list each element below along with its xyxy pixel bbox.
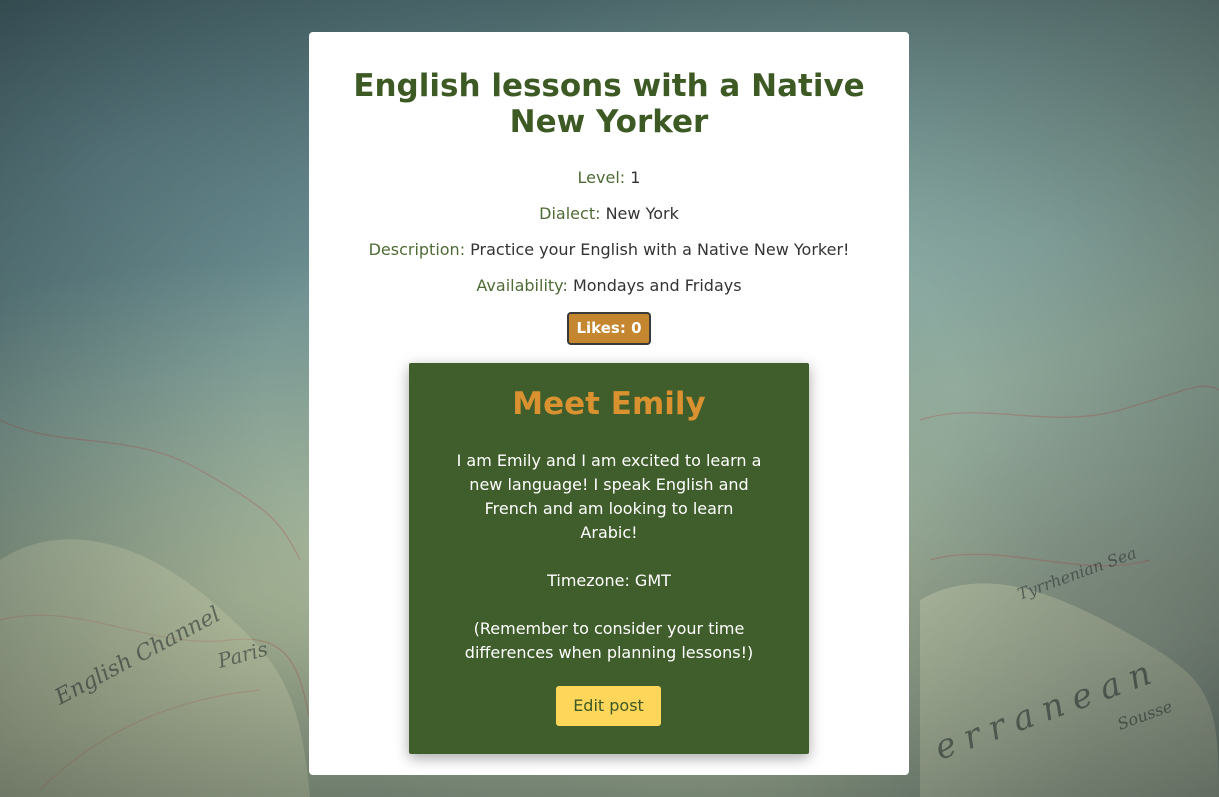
post-details: Level: 1 Dialect: New York Description: … bbox=[309, 168, 909, 296]
profile-card: Meet Emily I am Emily and I am excited t… bbox=[409, 363, 809, 754]
level-label: Level: bbox=[577, 168, 626, 187]
post-title: English lessons with a Native New Yorker bbox=[353, 68, 865, 140]
profile-bio: I am Emily and I am excited to learn a n… bbox=[456, 451, 762, 542]
edit-post-button[interactable]: Edit post bbox=[556, 686, 661, 726]
profile-title: Meet Emily bbox=[512, 386, 706, 422]
description-value: Practice your English with a Native New … bbox=[470, 240, 850, 259]
level-row: Level: 1 bbox=[309, 168, 909, 188]
profile-text: I am Emily and I am excited to learn a n… bbox=[454, 449, 764, 665]
availability-value: Mondays and Fridays bbox=[572, 276, 742, 295]
availability-row: Availability: Mondays and Fridays bbox=[309, 276, 909, 296]
likes-button[interactable]: Likes: 0 bbox=[567, 312, 651, 345]
dialect-row: Dialect: New York bbox=[309, 204, 909, 224]
availability-label: Availability: bbox=[476, 276, 568, 295]
profile-reminder: (Remember to consider your time differen… bbox=[464, 619, 754, 662]
description-label: Description: bbox=[368, 240, 466, 259]
profile-timezone: Timezone: GMT bbox=[547, 571, 671, 590]
dialect-value: New York bbox=[605, 204, 679, 223]
level-value: 1 bbox=[630, 168, 641, 187]
post-card: English lessons with a Native New Yorker… bbox=[309, 32, 909, 775]
description-row: Description: Practice your English with … bbox=[309, 240, 909, 260]
dialect-label: Dialect: bbox=[539, 204, 601, 223]
